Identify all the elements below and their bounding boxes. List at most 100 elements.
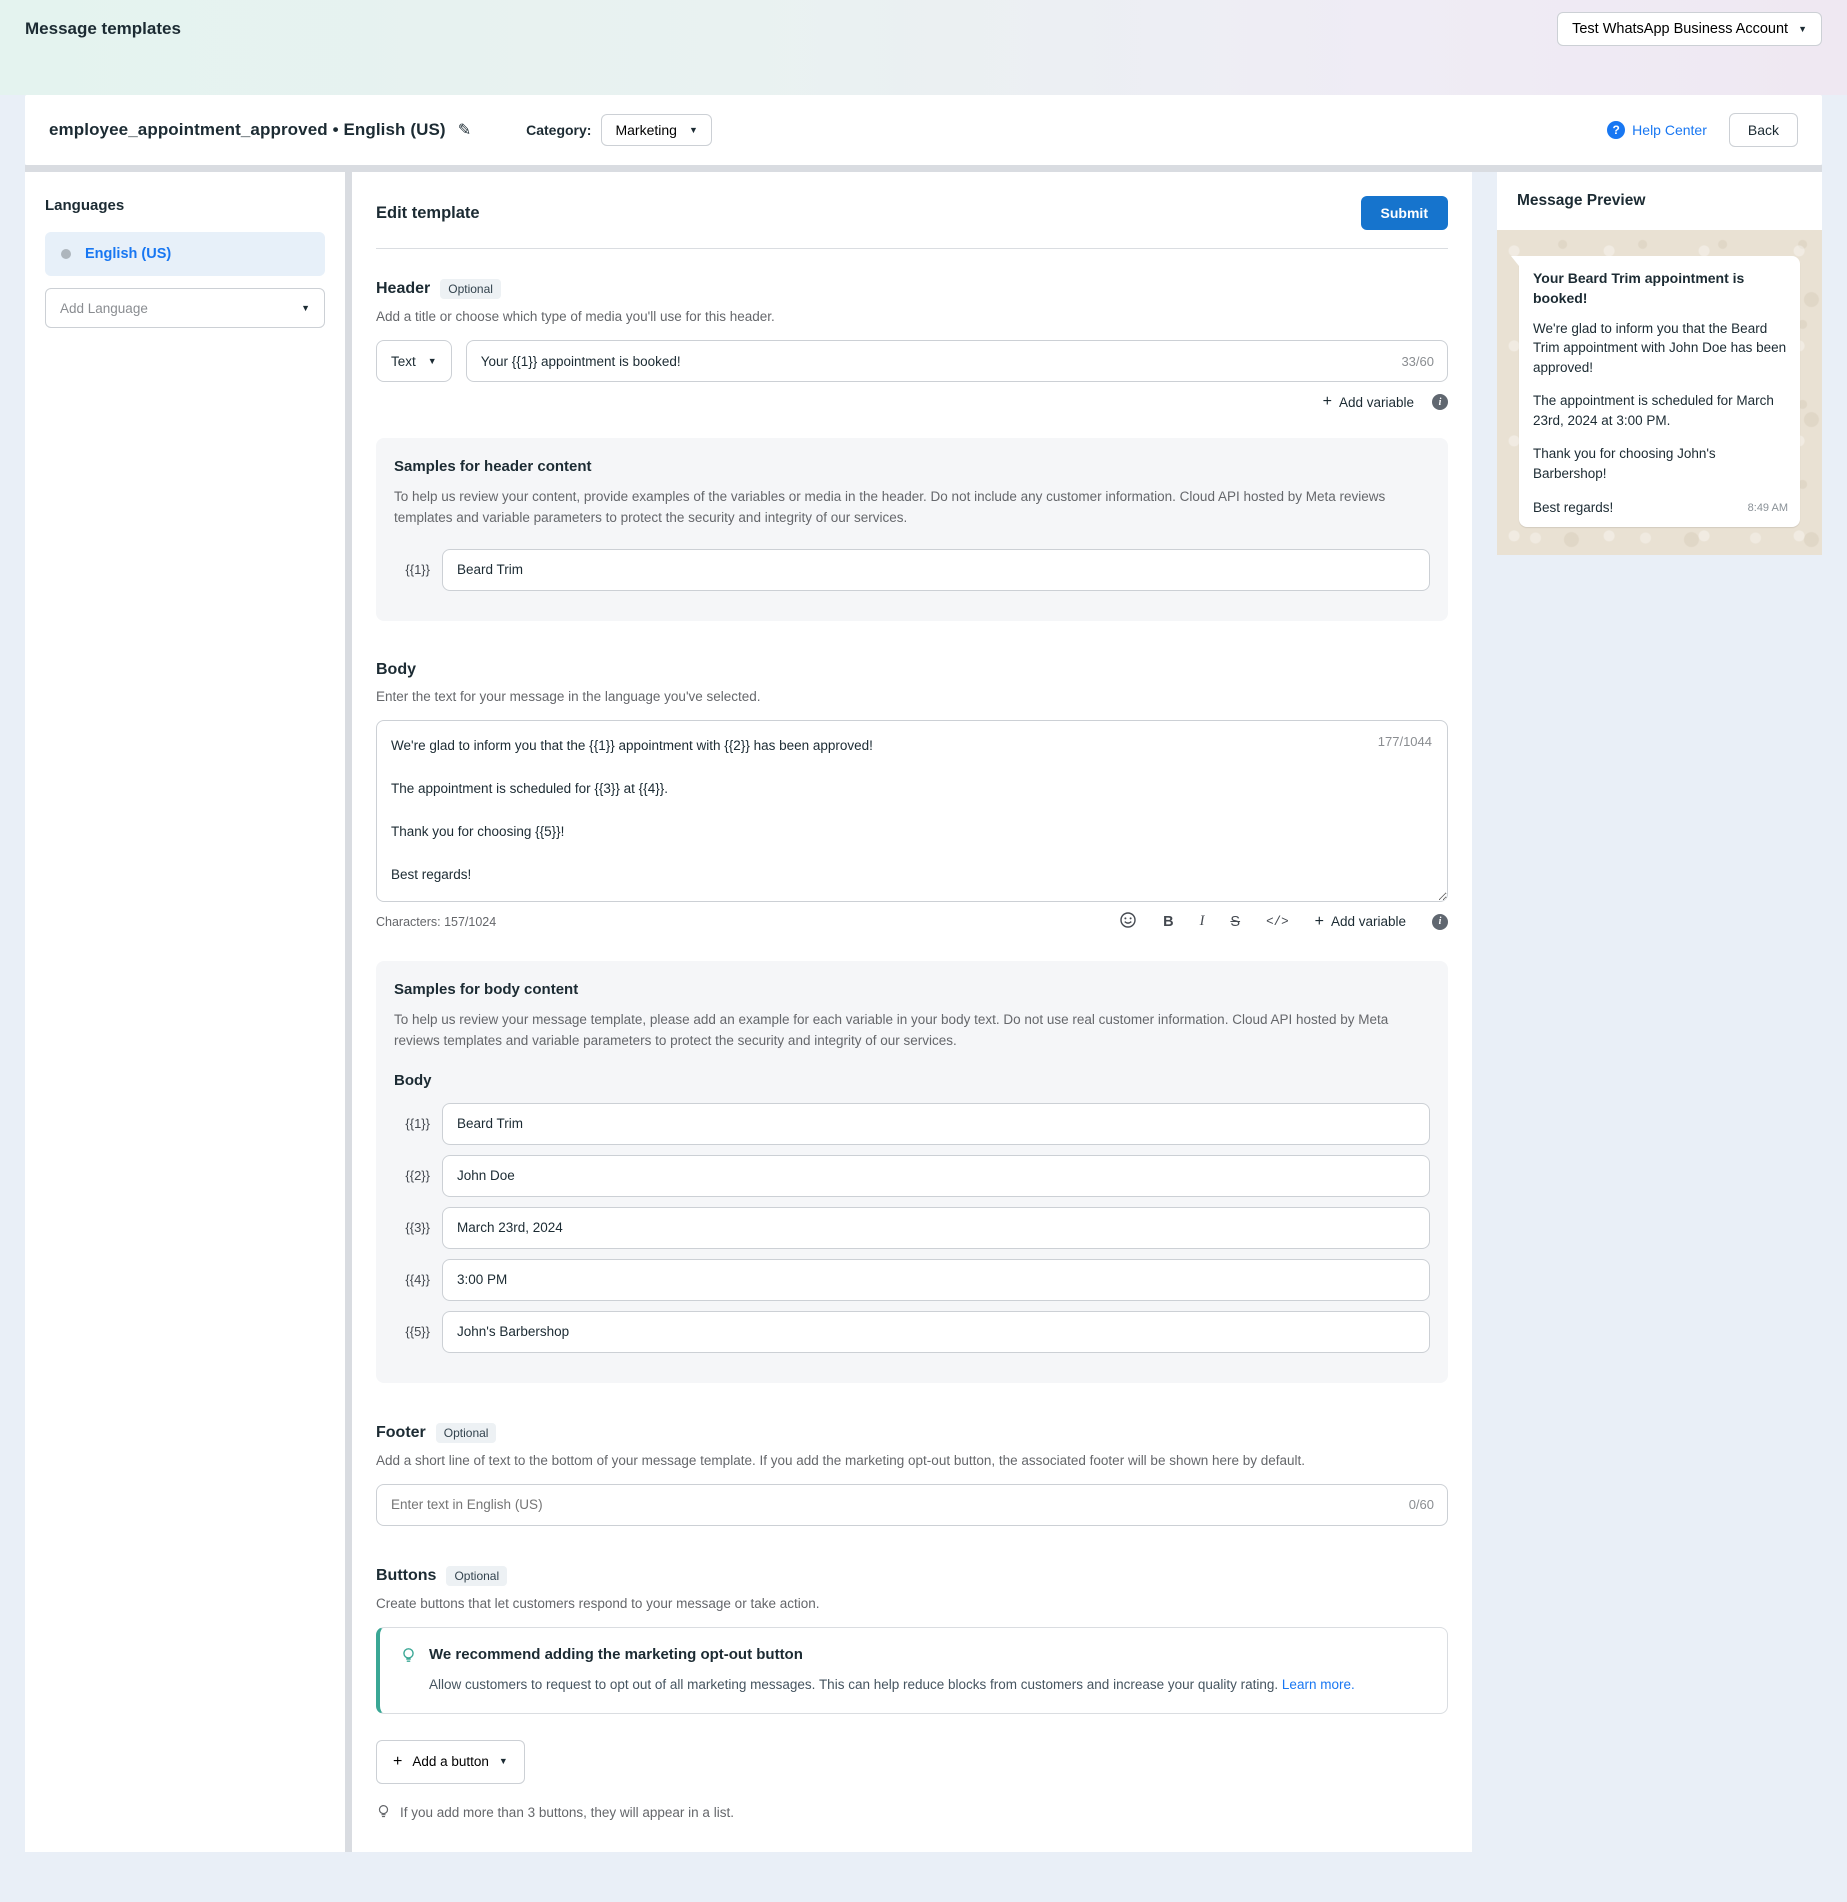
body-section-title: Body	[376, 661, 416, 679]
add-language-placeholder: Add Language	[60, 301, 148, 316]
message-preview-panel: Message Preview Your Beard Trim appointm…	[1497, 172, 1822, 1852]
bottom-band	[0, 1852, 1847, 1902]
body-samples-subtitle: Body	[394, 1072, 1430, 1089]
emoji-icon[interactable]	[1119, 911, 1137, 933]
section-divider	[376, 248, 1448, 249]
recommendation-content: We recommend adding the marketing opt-ou…	[429, 1646, 1355, 1695]
header-samples-box: Samples for header content To help us re…	[376, 438, 1448, 621]
category-select[interactable]: Marketing ▼	[601, 114, 711, 146]
header-text-input[interactable]	[466, 340, 1448, 382]
plus-icon: +	[1323, 394, 1332, 410]
add-language-select[interactable]: Add Language ▼	[45, 288, 325, 328]
language-status-dot-icon	[61, 249, 71, 259]
body-toolbar-row: Characters: 157/1024 B I S </>	[376, 911, 1448, 933]
content-row: Languages English (US) Add Language ▼ Ed…	[25, 172, 1822, 1852]
subheader-actions: ? Help Center Back	[1607, 113, 1798, 147]
message-timestamp: 8:49 AM	[1748, 501, 1788, 517]
header-section-description: Add a title or choose which type of medi…	[376, 309, 1448, 324]
learn-more-link[interactable]: Learn more.	[1282, 1677, 1355, 1692]
italic-button[interactable]: I	[1200, 913, 1205, 930]
body-section-head: Body	[376, 661, 1448, 679]
header-samples-description: To help us review your content, provide …	[394, 487, 1430, 529]
body-sample-row: {{1}}	[394, 1103, 1430, 1145]
footer-section-description: Add a short line of text to the bottom o…	[376, 1453, 1448, 1468]
edit-template-panel: Edit template Submit Header Optional Add…	[352, 172, 1472, 1852]
template-header-bar: employee_appointment_approved • English …	[25, 95, 1822, 165]
header-add-variable-button[interactable]: + Add variable	[1323, 394, 1414, 410]
body-sample-input-3[interactable]	[442, 1207, 1430, 1249]
bubble-paragraph: We're glad to inform you that the Beard …	[1533, 319, 1788, 378]
panel-gap	[1472, 172, 1497, 1852]
buttons-tip-text: If you add more than 3 buttons, they wil…	[400, 1805, 734, 1820]
recommendation-text: Allow customers to request to opt out of…	[429, 1677, 1278, 1692]
message-bubble: Your Beard Trim appointment is booked! W…	[1519, 256, 1800, 527]
recommendation-title: We recommend adding the marketing opt-ou…	[429, 1646, 1355, 1663]
vertical-divider	[345, 172, 352, 1852]
marketing-optout-recommendation-card: We recommend adding the marketing opt-ou…	[376, 1627, 1448, 1714]
info-icon[interactable]: i	[1432, 914, 1448, 930]
sidebar-item-english-us[interactable]: English (US)	[45, 232, 325, 276]
bubble-header-text: Your Beard Trim appointment is booked!	[1533, 268, 1788, 309]
strikethrough-button[interactable]: S	[1230, 914, 1240, 930]
header-text-wrap: 33/60	[466, 340, 1448, 382]
language-label: English (US)	[85, 246, 171, 262]
body-textarea[interactable]: We're glad to inform you that the {{1}} …	[376, 720, 1448, 902]
body-sample-input-1[interactable]	[442, 1103, 1430, 1145]
header-type-select[interactable]: Text ▼	[376, 340, 452, 382]
topbar: Message templates Test WhatsApp Business…	[0, 0, 1847, 58]
body-samples-title: Samples for body content	[394, 981, 1430, 998]
footer-text-input[interactable]	[376, 1484, 1448, 1526]
body-add-variable-button[interactable]: + Add variable	[1315, 914, 1406, 930]
whatsapp-chat-background: Your Beard Trim appointment is booked! W…	[1497, 230, 1822, 555]
add-a-button-button[interactable]: + Add a button ▼	[376, 1740, 525, 1784]
info-icon[interactable]: i	[1432, 394, 1448, 410]
body-sample-row: {{2}}	[394, 1155, 1430, 1197]
header-samples-title: Samples for header content	[394, 458, 1430, 475]
bold-button[interactable]: B	[1163, 914, 1173, 930]
category-value: Marketing	[615, 122, 676, 138]
body-sample-input-4[interactable]	[442, 1259, 1430, 1301]
help-center-link[interactable]: ? Help Center	[1607, 121, 1707, 139]
message-preview-title: Message Preview	[1497, 172, 1822, 230]
footer-section-title: Footer	[376, 1424, 426, 1442]
body-samples-description: To help us review your message template,…	[394, 1010, 1430, 1052]
header-type-value: Text	[391, 354, 416, 369]
bubble-paragraph: The appointment is scheduled for March 2…	[1533, 391, 1788, 430]
category-label: Category:	[526, 122, 591, 138]
header-sample-input[interactable]	[442, 549, 1430, 591]
languages-sidebar: Languages English (US) Add Language ▼	[25, 172, 345, 1852]
bubble-tail-icon	[1511, 256, 1519, 266]
header-input-row: Text ▼ 33/60	[376, 340, 1448, 382]
bubble-last-row: Best regards! 8:49 AM	[1533, 498, 1788, 518]
buttons-tip-row: If you add more than 3 buttons, they wil…	[376, 1804, 1448, 1822]
formatting-toolbar: B I S </> + Add variable i	[1119, 911, 1448, 933]
body-sample-input-2[interactable]	[442, 1155, 1430, 1197]
chevron-down-icon: ▼	[499, 1757, 508, 1766]
help-center-label: Help Center	[1632, 122, 1707, 138]
variable-label: {{4}}	[394, 1272, 430, 1287]
body-sample-input-5[interactable]	[442, 1311, 1430, 1353]
characters-counter: Characters: 157/1024	[376, 915, 496, 929]
footer-input-wrap: 0/60	[376, 1484, 1448, 1526]
recommendation-body: Allow customers to request to opt out of…	[429, 1675, 1355, 1695]
add-variable-label: Add variable	[1331, 914, 1406, 929]
body-sample-row: {{5}}	[394, 1311, 1430, 1353]
back-button[interactable]: Back	[1729, 113, 1798, 147]
buttons-section-description: Create buttons that let customers respon…	[376, 1596, 1448, 1611]
body-sample-row: {{3}}	[394, 1207, 1430, 1249]
body-section-description: Enter the text for your message in the l…	[376, 689, 1448, 704]
edit-template-title: Edit template	[376, 204, 480, 223]
lightbulb-icon	[376, 1804, 391, 1822]
optional-badge: Optional	[440, 279, 501, 299]
optional-badge: Optional	[446, 1566, 507, 1586]
lightbulb-icon	[400, 1647, 417, 1695]
account-selector[interactable]: Test WhatsApp Business Account ▼	[1557, 12, 1822, 46]
variable-label: {{1}}	[394, 562, 430, 577]
code-button[interactable]: </>	[1266, 915, 1289, 929]
add-variable-label: Add variable	[1339, 395, 1414, 410]
submit-button[interactable]: Submit	[1361, 196, 1448, 230]
buttons-section-title: Buttons	[376, 1567, 436, 1585]
body-top-counter: 177/1044	[1378, 734, 1432, 749]
edit-pencil-icon[interactable]: ✎	[458, 120, 471, 140]
header-sample-row: {{1}}	[394, 549, 1430, 591]
